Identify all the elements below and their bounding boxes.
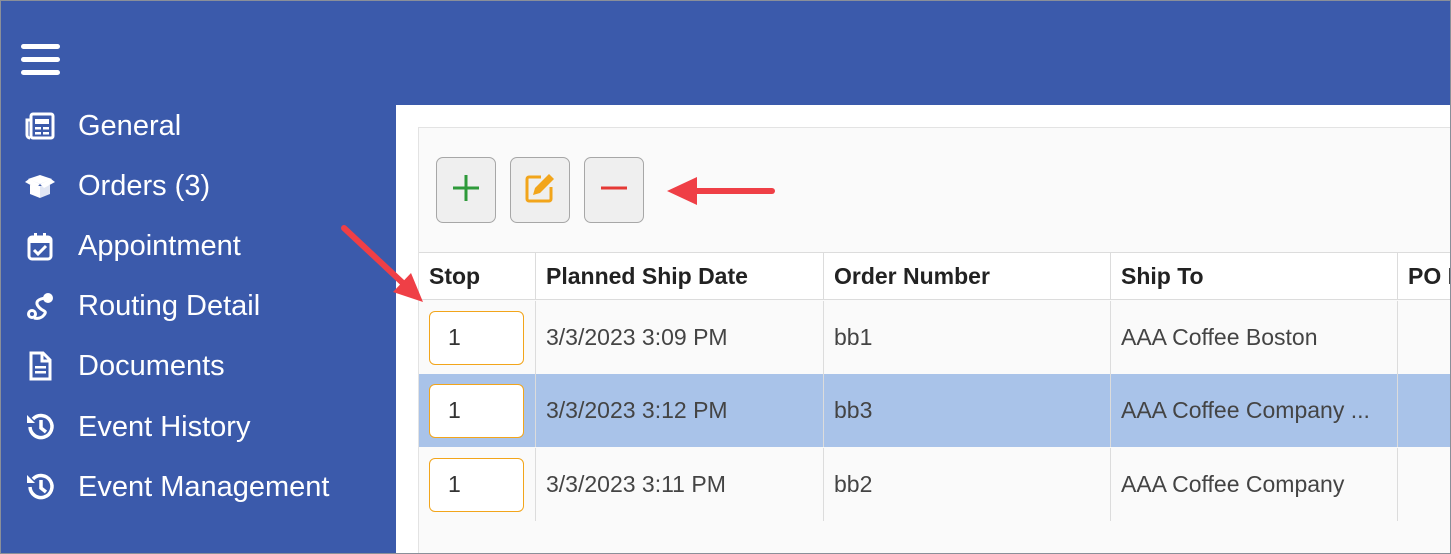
column-header-stop[interactable]: Stop <box>419 252 536 300</box>
history-icon <box>23 470 57 504</box>
column-header-planned-ship-date[interactable]: Planned Ship Date <box>536 252 824 300</box>
sidebar-item-documents[interactable]: Documents <box>23 346 225 386</box>
stop-cell: 1 <box>419 374 536 447</box>
sidebar-item-label: Event History <box>78 410 251 443</box>
plus-icon <box>451 173 481 208</box>
planned-ship-date-cell: 3/3/2023 3:11 PM <box>536 448 824 521</box>
column-header-order-number[interactable]: Order Number <box>824 252 1111 300</box>
sidebar-item-routing-detail[interactable]: Routing Detail <box>23 286 260 326</box>
route-icon <box>23 289 57 323</box>
sidebar-item-label: Orders (3) <box>78 169 211 202</box>
order-number-cell: bb1 <box>824 301 1111 374</box>
edit-icon <box>523 171 557 210</box>
sidebar-item-label: Event Management <box>78 470 330 503</box>
sidebar-item-orders[interactable]: Orders (3) <box>23 166 210 206</box>
column-header-po-number[interactable]: PO N <box>1398 252 1450 300</box>
planned-ship-date-cell: 3/3/2023 3:09 PM <box>536 301 824 374</box>
order-number-cell: bb3 <box>824 374 1111 447</box>
edit-button[interactable] <box>510 157 570 223</box>
table-row[interactable]: 1 3/3/2023 3:11 PM bb2 AAA Coffee Compan… <box>419 448 1450 521</box>
stop-cell: 1 <box>419 448 536 521</box>
order-number-cell: bb2 <box>824 448 1111 521</box>
ship-to-cell: AAA Coffee Company ... <box>1111 374 1398 447</box>
remove-button[interactable] <box>584 157 644 223</box>
stop-input[interactable]: 1 <box>429 457 524 512</box>
open-box-icon <box>23 169 57 203</box>
hamburger-menu-icon[interactable] <box>21 44 60 76</box>
po-number-cell <box>1398 301 1450 374</box>
sidebar-item-label: Documents <box>78 349 225 382</box>
sidebar-item-appointment[interactable]: Appointment <box>23 226 241 266</box>
po-number-cell <box>1398 374 1450 447</box>
ship-to-cell: AAA Coffee Boston <box>1111 301 1398 374</box>
stop-input[interactable]: 1 <box>429 310 524 365</box>
sidebar-item-label: Routing Detail <box>78 289 261 322</box>
sidebar-item-event-history[interactable]: Event History <box>23 407 250 447</box>
minus-icon <box>599 173 629 208</box>
history-icon <box>23 410 57 444</box>
newspaper-icon <box>23 109 57 143</box>
calendar-check-icon <box>23 229 57 263</box>
table-row-selected[interactable]: 1 3/3/2023 3:12 PM bb3 AAA Coffee Compan… <box>419 374 1450 447</box>
planned-ship-date-cell: 3/3/2023 3:12 PM <box>536 374 824 447</box>
add-button[interactable] <box>436 157 496 223</box>
sidebar-item-label: General <box>78 109 182 142</box>
ship-to-cell: AAA Coffee Company <box>1111 448 1398 521</box>
sidebar-item-general[interactable]: General <box>23 106 181 146</box>
stop-cell: 1 <box>419 301 536 374</box>
po-number-cell <box>1398 448 1450 521</box>
table-row[interactable]: 1 3/3/2023 3:09 PM bb1 AAA Coffee Boston <box>419 301 1450 374</box>
stop-input[interactable]: 1 <box>429 383 524 438</box>
sidebar-item-label: Appointment <box>78 229 241 262</box>
column-header-ship-to[interactable]: Ship To <box>1111 252 1398 300</box>
app-window: General Orders (3) Appointment Routing D… <box>0 0 1451 554</box>
document-icon <box>23 349 57 383</box>
sidebar-item-event-management[interactable]: Event Management <box>23 467 329 507</box>
